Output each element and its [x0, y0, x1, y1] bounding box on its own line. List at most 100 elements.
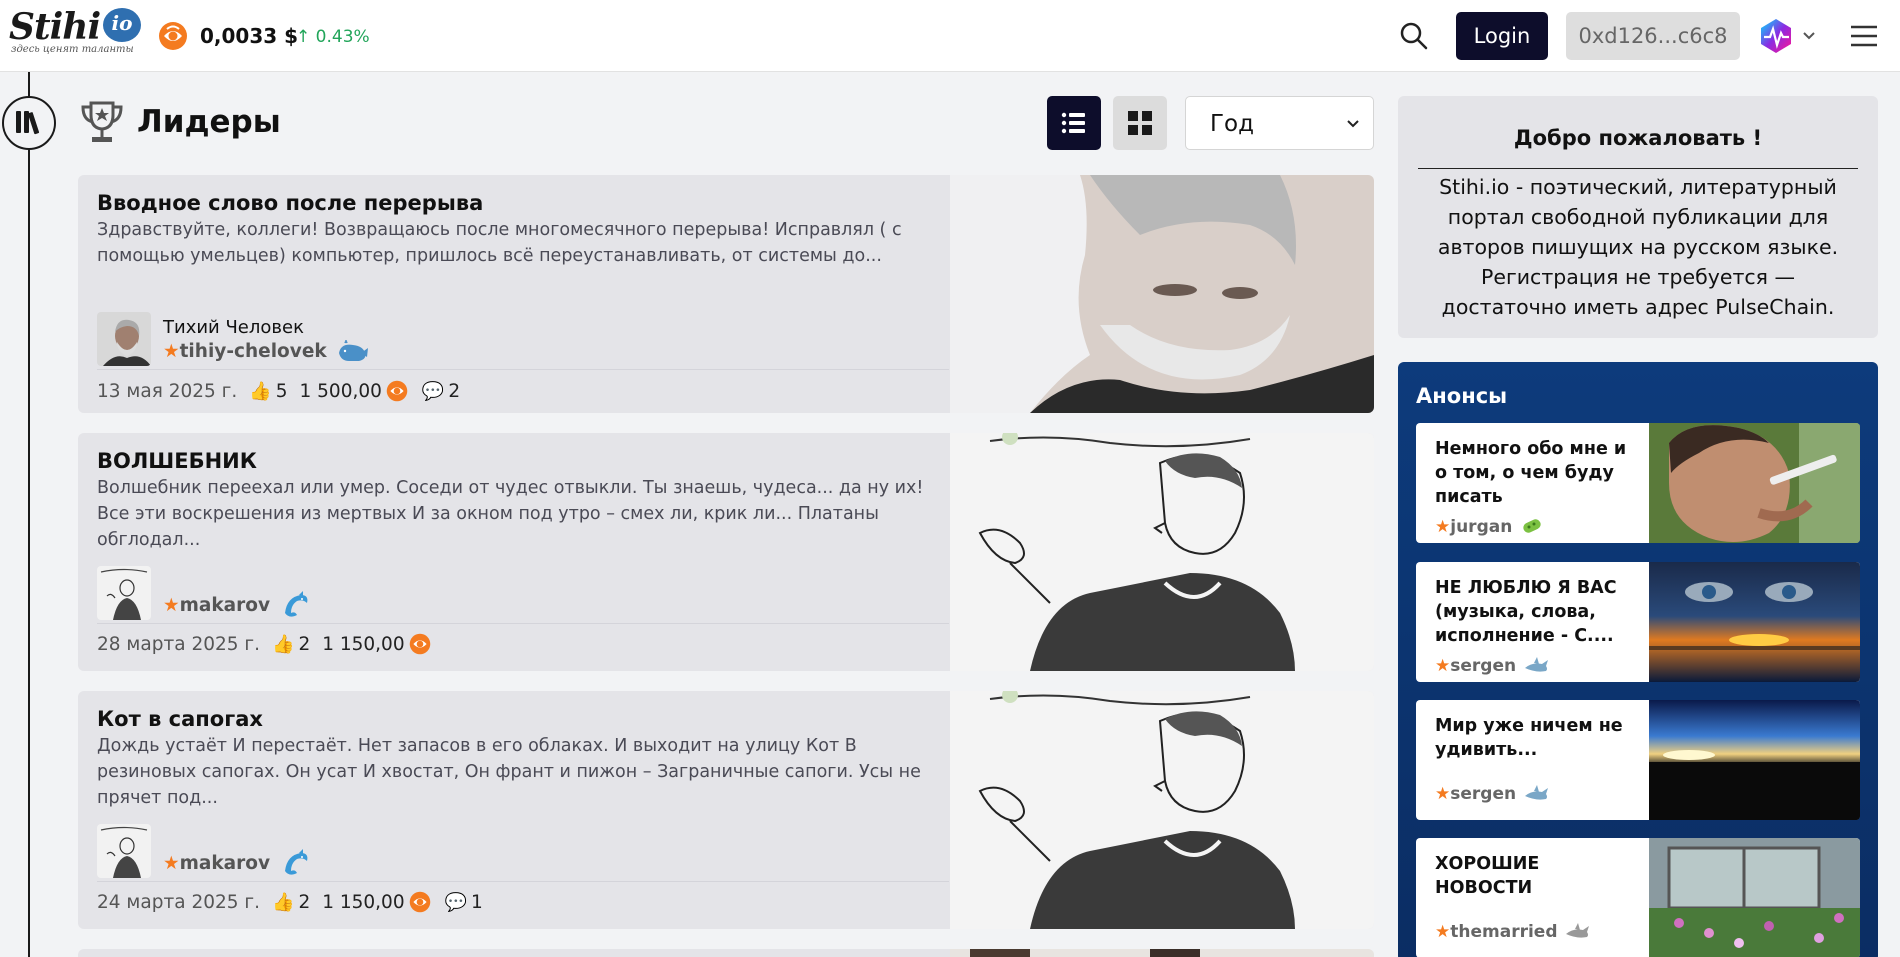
login-button[interactable]: Login — [1456, 12, 1548, 60]
period-select[interactable]: Год — [1185, 96, 1374, 150]
announcement-author[interactable]: ★sergen — [1435, 656, 1550, 676]
announcement-image[interactable] — [1649, 423, 1860, 543]
announcement-image[interactable] — [1649, 562, 1860, 682]
post-image[interactable] — [950, 175, 1374, 413]
star-icon: ★ — [163, 595, 180, 616]
announcement-title[interactable]: Мир уже ничем не удивить... — [1435, 714, 1635, 762]
announcements-title: Анонсы — [1416, 384, 1508, 408]
logo-text: Stihi — [9, 6, 101, 48]
announcement-author[interactable]: ★jurgan — [1435, 517, 1544, 537]
announcement-title[interactable]: Немного обо мне и о том, о чем буду писа… — [1435, 437, 1635, 509]
dolphin-icon — [284, 849, 307, 875]
announcement-author[interactable]: ★themarried — [1435, 922, 1591, 942]
post-image[interactable] — [950, 691, 1374, 929]
post-excerpt: Здравствуйте, коллеги! Возвращаюсь после… — [97, 220, 902, 266]
grid-view-button[interactable] — [1113, 96, 1167, 150]
likes-counter[interactable]: 👍 2 — [272, 634, 310, 655]
announcement-image[interactable] — [1649, 838, 1860, 957]
likes-counter[interactable]: 👍 2 — [272, 892, 310, 913]
star-icon: ★ — [1435, 922, 1451, 942]
shark-icon — [1566, 923, 1590, 938]
comments-counter[interactable]: 💬 1 — [445, 892, 483, 913]
announcement-author-text: sergen — [1450, 784, 1517, 804]
whale-icon — [339, 340, 369, 361]
post-title[interactable]: Кот в сапогах — [97, 707, 263, 731]
author-name: Тихий Человек — [163, 317, 304, 338]
star-icon: ★ — [1435, 656, 1451, 676]
logo-io-badge: io — [103, 8, 141, 42]
announcement-image[interactable] — [1649, 700, 1860, 820]
trophy-icon — [81, 101, 123, 142]
author-handle[interactable]: ★makarov — [163, 849, 311, 879]
author-avatar[interactable] — [97, 566, 151, 620]
reward-amount-value: 1 500,00 — [299, 380, 382, 402]
post-date: 28 марта 2025 г. — [97, 633, 261, 655]
likes-count: 2 — [298, 633, 311, 655]
reward-amount: 1 150,00 — [322, 891, 430, 913]
announcement-author-text: themarried — [1450, 922, 1558, 942]
top-header: Stihi io здесь ценят таланты 0,0033 $ ↑ … — [0, 0, 1900, 72]
announcement-card[interactable]: НЕ ЛЮБЛЮ Я ВАС (музыка, слова, исполнени… — [1416, 562, 1860, 682]
comment-icon: 💬 — [444, 891, 468, 913]
search-icon[interactable] — [1398, 20, 1430, 52]
list-view-icon — [1061, 112, 1085, 134]
welcome-title: Добро пожаловать ! — [1513, 126, 1763, 150]
post-title[interactable]: ВОЛШЕБНИК — [97, 449, 257, 473]
announcement-author[interactable]: ★sergen — [1435, 784, 1550, 804]
wallet-address-button[interactable]: 0xd126...c6c8 — [1566, 12, 1740, 60]
post-card[interactable]: ВОЛШЕБНИК Волшебник переехал или умер. С… — [78, 433, 1374, 671]
meta-divider — [97, 369, 949, 370]
post-card[interactable]: Вводное слово после перерыва Здравствуйт… — [78, 175, 1374, 413]
post-date: 13 мая 2025 г. — [97, 380, 238, 402]
announcement-author-text: sergen — [1450, 656, 1517, 676]
meta-divider — [97, 881, 949, 882]
author-handle-text: makarov — [179, 853, 271, 874]
post-card[interactable] — [78, 949, 1374, 957]
post-excerpt: Волшебник переехал или умер. Соседи от ч… — [97, 478, 924, 550]
hamburger-menu-icon[interactable] — [1848, 20, 1880, 52]
pulsechain-icon — [1761, 19, 1815, 53]
announcement-card[interactable]: Мир уже ничем не удивить... ★sergen — [1416, 700, 1860, 820]
likes-count: 2 — [298, 891, 311, 913]
post-card[interactable]: Кот в сапогах Дождь устаёт И перестаёт. … — [78, 691, 1374, 929]
period-selected-value: Год — [1210, 111, 1255, 137]
post-meta: 24 марта 2025 г. 👍 2 1 150,00 💬 1 — [97, 887, 483, 917]
post-meta: 28 марта 2025 г. 👍 2 1 150,00 — [97, 629, 431, 659]
star-icon: ★ — [1435, 784, 1451, 804]
logo-tagline: здесь ценят таланты — [11, 44, 134, 55]
shark-icon — [1525, 785, 1549, 800]
author-handle[interactable]: ★tihiy-chelovek — [163, 339, 369, 365]
star-icon: ★ — [1435, 517, 1451, 537]
post-title[interactable]: Вводное слово после перерыва — [97, 191, 483, 215]
token-icon — [409, 891, 430, 913]
author-avatar[interactable] — [97, 824, 151, 878]
chain-selector[interactable] — [1758, 18, 1820, 54]
author-handle[interactable]: ★makarov — [163, 591, 311, 621]
arrow-up-icon: ↑ — [296, 27, 311, 47]
price-change: ↑ 0.43% — [296, 27, 370, 47]
post-image[interactable] — [950, 949, 1374, 957]
announcement-title[interactable]: ХОРОШИЕ НОВОСТИ — [1435, 852, 1635, 900]
comment-icon: 💬 — [421, 380, 445, 402]
grid-view-icon — [1128, 111, 1152, 135]
site-logo[interactable]: Stihi io здесь ценят таланты — [9, 6, 141, 56]
chevron-down-icon — [1347, 120, 1359, 128]
likes-counter[interactable]: 👍 5 — [249, 381, 287, 402]
reward-amount-value: 1 150,00 — [322, 891, 405, 913]
announcement-card[interactable]: ХОРОШИЕ НОВОСТИ ★themarried — [1416, 838, 1860, 957]
announcement-card[interactable]: Немного обо мне и о том, о чем буду писа… — [1416, 423, 1860, 543]
list-view-button[interactable] — [1047, 96, 1101, 150]
token-icon — [386, 380, 408, 402]
author-avatar[interactable] — [97, 312, 151, 366]
sidebar-rail — [28, 72, 30, 957]
comments-counter[interactable]: 💬 2 — [422, 381, 460, 402]
thumbs-up-icon: 👍 — [249, 380, 272, 402]
announcement-author-text: jurgan — [1450, 517, 1513, 537]
announcements-panel: Анонсы Немного обо мне и о том, о чем бу… — [1398, 362, 1878, 957]
welcome-text: Stihi.io - поэтический, литературный пор… — [1437, 175, 1839, 319]
reward-amount: 1 500,00 — [300, 380, 408, 402]
page-title: Лидеры — [137, 104, 281, 140]
library-toggle-button[interactable] — [2, 96, 56, 150]
announcement-title[interactable]: НЕ ЛЮБЛЮ Я ВАС (музыка, слова, исполнени… — [1435, 576, 1635, 648]
post-image[interactable] — [950, 433, 1374, 671]
